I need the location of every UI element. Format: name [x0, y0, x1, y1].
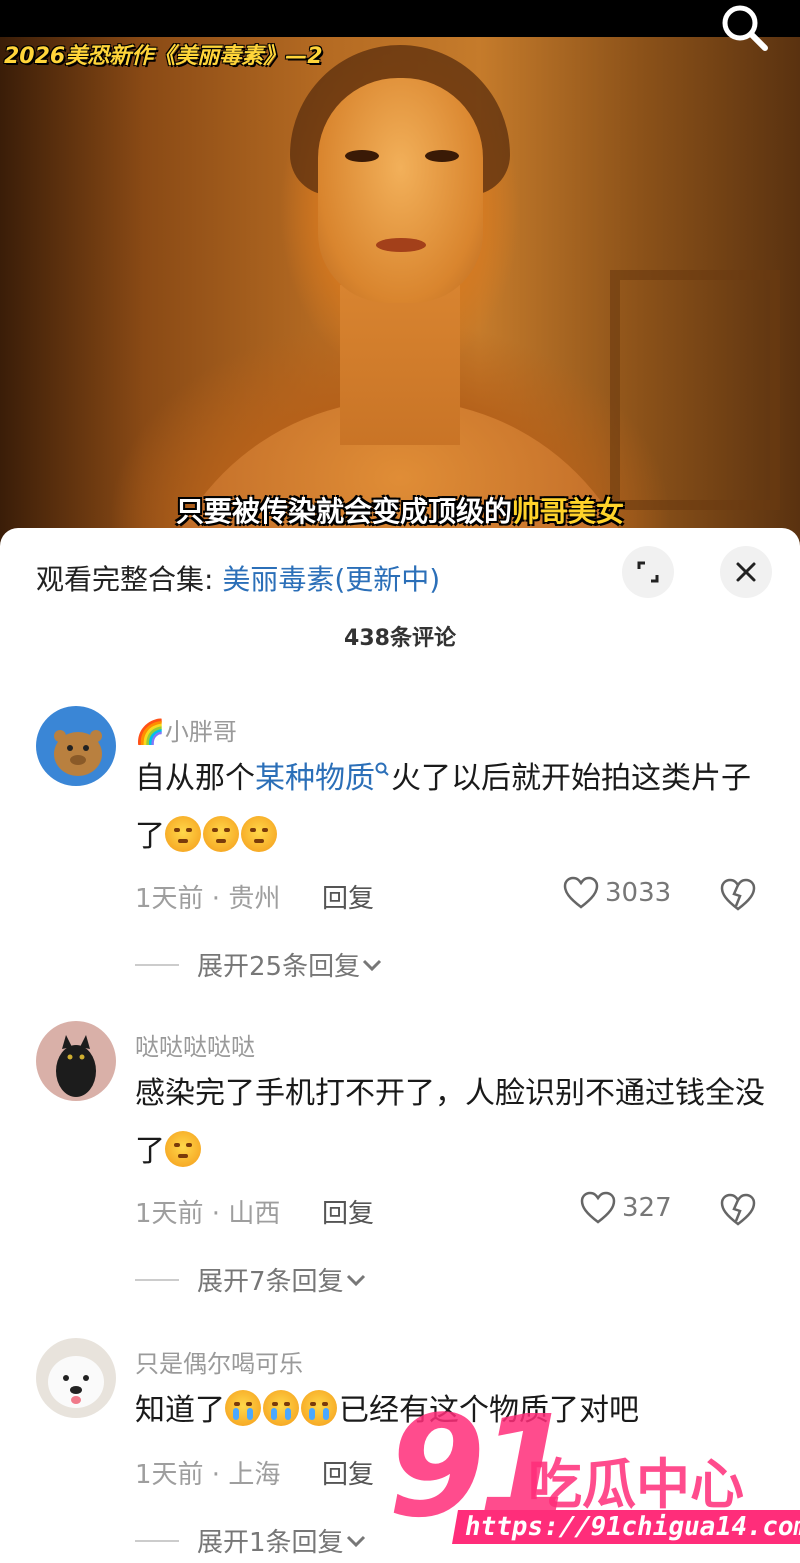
chevron-down-icon: [346, 1535, 365, 1547]
video-figure-neck: [340, 285, 460, 445]
avatar-image: [36, 1021, 116, 1101]
crying-emoji-icon: [225, 1390, 261, 1426]
subtitle-highlight: 帅哥美女: [512, 495, 625, 528]
avatar[interactable]: [36, 706, 116, 786]
keyword-link[interactable]: 某种物质: [255, 761, 391, 796]
expand-icon: [637, 561, 659, 583]
expand-replies-button[interactable]: 展开7条回复: [135, 1261, 368, 1298]
video-title-overlay: 2026美恐新作《美丽毒素》—2: [4, 44, 323, 69]
search-icon: [375, 762, 389, 776]
reply-button[interactable]: 回复: [322, 878, 374, 915]
comment-text: 感染完了手机打不开了，人脸识别不通过钱全没了: [135, 1065, 775, 1181]
expand-replies-label: 展开1条回复: [197, 1528, 344, 1558]
like-count: 3033: [605, 878, 672, 908]
collection-link[interactable]: 美丽毒素(更新中): [222, 563, 440, 596]
comment-text-part: 自从那个: [135, 761, 255, 796]
avatar[interactable]: [36, 1021, 116, 1101]
expand-replies-button[interactable]: 展开1条回复: [135, 1522, 368, 1559]
expand-replies-label: 展开7条回复: [197, 1267, 344, 1297]
collection-label: 观看完整合集:: [36, 563, 223, 596]
dislike-button[interactable]: [720, 1193, 756, 1229]
username[interactable]: 只是偶尔喝可乐: [135, 1344, 303, 1379]
background-doorframe: [610, 270, 780, 510]
yawn-emoji-icon: [203, 816, 239, 852]
divider: [135, 963, 179, 966]
like-count: 327: [622, 1193, 672, 1223]
comment-text-part: 感染完了手机打不开了，人脸识别不通过钱全没了: [135, 1076, 765, 1169]
like-button[interactable]: 3033: [563, 876, 671, 910]
heart-icon: [580, 1191, 616, 1224]
dislike-heart-icon: [720, 878, 756, 911]
search-icon: [722, 5, 768, 51]
divider: [135, 1278, 179, 1281]
dislike-button[interactable]: [720, 878, 756, 914]
subtitle-text: 只要被传染就会变成顶级的: [175, 495, 512, 528]
comment-meta: 1天前 · 贵州: [135, 884, 281, 914]
chevron-down-icon: [346, 1274, 365, 1286]
close-button[interactable]: [720, 546, 772, 598]
watermark-name: 吃瓜中心: [528, 1453, 744, 1516]
close-icon: [736, 562, 756, 582]
video-figure-face: [318, 78, 483, 303]
video-figure-mouth: [376, 238, 426, 252]
username[interactable]: 哒哒哒哒哒: [135, 1027, 255, 1062]
video-player[interactable]: 2026美恐新作《美丽毒素》—2 只要被传染就会变成顶级的帅哥美女: [0, 0, 800, 560]
yawn-emoji-icon: [165, 816, 201, 852]
comment-meta: 1天前 · 上海: [135, 1460, 281, 1490]
expand-button[interactable]: [622, 546, 674, 598]
dislike-heart-icon: [720, 1193, 756, 1226]
expand-replies-button[interactable]: 展开25条回复: [135, 946, 384, 983]
watermark-url: https://91chigua14.com: [452, 1510, 800, 1544]
expand-replies-label: 展开25条回复: [197, 952, 361, 982]
reply-button[interactable]: 回复: [322, 1193, 374, 1230]
video-figure-eye-left: [345, 150, 379, 162]
comment-text-part: 知道了: [135, 1393, 225, 1428]
search-button[interactable]: [716, 2, 772, 52]
top-bar: [0, 0, 800, 37]
like-button[interactable]: 327: [580, 1191, 672, 1225]
crying-emoji-icon: [301, 1390, 337, 1426]
heart-icon: [563, 876, 599, 909]
comment-text: 自从那个某种物质 火了以后就开始拍这类片子了: [135, 750, 775, 866]
avatar-image: [36, 1338, 116, 1418]
keyword-text: 某种物质: [255, 761, 375, 796]
username[interactable]: 🌈小胖哥: [135, 712, 237, 747]
collection-header: 观看完整合集: 美丽毒素(更新中): [36, 558, 440, 598]
comment-count: 438条评论: [344, 626, 456, 651]
video-subtitle: 只要被传染就会变成顶级的帅哥美女: [0, 495, 800, 529]
dizzy-emoji-icon: [165, 1131, 201, 1167]
avatar[interactable]: [36, 1338, 116, 1418]
crying-emoji-icon: [263, 1390, 299, 1426]
video-figure-eye-right: [425, 150, 459, 162]
divider: [135, 1539, 179, 1542]
yawn-emoji-icon: [241, 816, 277, 852]
reply-button[interactable]: 回复: [322, 1454, 374, 1491]
chevron-down-icon: [363, 959, 382, 971]
comment-meta: 1天前 · 山西: [135, 1199, 281, 1229]
avatar-image: [36, 706, 116, 786]
